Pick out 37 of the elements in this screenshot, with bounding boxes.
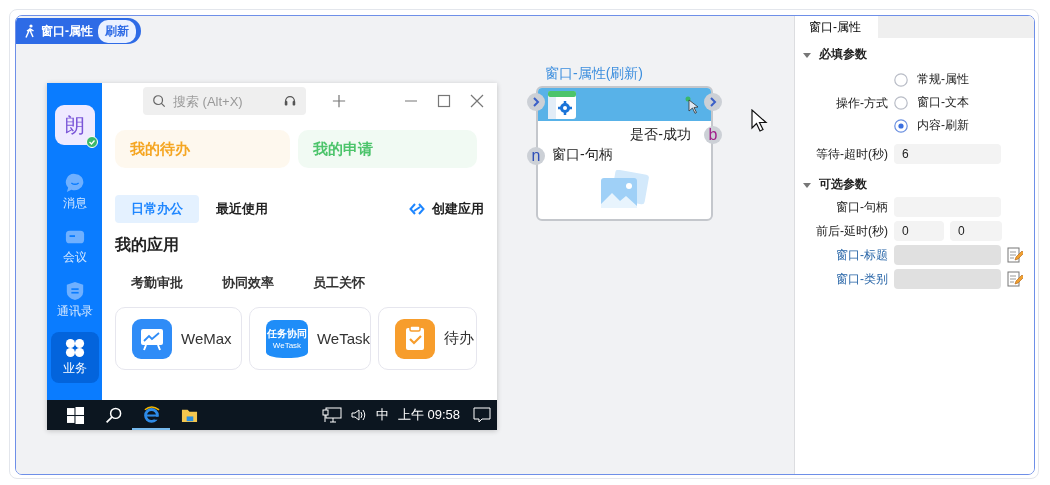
section-heading: 我的应用	[115, 235, 180, 255]
input-port[interactable]: n	[527, 147, 545, 165]
app-card[interactable]: 待办	[378, 307, 477, 370]
refresh-tag: 刷新	[98, 19, 136, 43]
field-label: 窗口-类别	[835, 270, 888, 288]
field-label: 窗口-句柄	[835, 198, 888, 216]
field-label: 前后-延时(秒)	[815, 222, 888, 240]
radio-option[interactable]: 常规-属性	[894, 71, 1027, 88]
flow-badge[interactable]: 窗口-属性 刷新	[16, 18, 141, 44]
input-field[interactable]: 0	[950, 221, 1002, 241]
task-app-icon: 任务协同 WeTask	[266, 319, 308, 358]
radio-option[interactable]: 内容-刷新	[894, 117, 1027, 134]
panel-tab[interactable]: 窗口-属性	[795, 16, 878, 38]
field-label: 窗口-标题	[835, 246, 888, 264]
input-method-indicator[interactable]: 中	[375, 406, 389, 424]
category-tab[interactable]: 员工关怀	[313, 274, 365, 292]
avatar[interactable]: 朗	[54, 105, 95, 145]
badge-title: 窗口-属性	[41, 22, 93, 40]
section-header[interactable]: 可选参数	[795, 168, 1034, 197]
output-label: 是否-成功	[630, 126, 691, 144]
tab[interactable]: 最近使用	[199, 195, 285, 223]
field-label: 操作-方式	[835, 95, 888, 112]
input-field[interactable]: 0	[894, 221, 944, 241]
radio-option[interactable]: 窗口-文本	[894, 94, 1027, 111]
category-tab[interactable]: 考勤审批	[131, 274, 183, 292]
input-label: 窗口-句柄	[552, 146, 613, 162]
field-label: 等待-超时(秒)	[815, 145, 888, 163]
create-app-link[interactable]: 创建应用	[409, 200, 484, 218]
output-port[interactable]: b	[704, 126, 722, 144]
input-field[interactable]: 6	[894, 144, 1001, 164]
section-header[interactable]: 必填参数	[795, 38, 1034, 67]
app-card[interactable]: WeMax	[115, 307, 242, 370]
clock[interactable]: 上午 09:58	[397, 406, 460, 424]
node-title: 窗口-属性(刷新)	[545, 65, 643, 83]
sidebar-item[interactable]: 业务	[50, 332, 99, 383]
search-field[interactable]: 搜索 (Alt+X)	[143, 87, 306, 115]
category-tab[interactable]: 协同效率	[222, 274, 274, 292]
